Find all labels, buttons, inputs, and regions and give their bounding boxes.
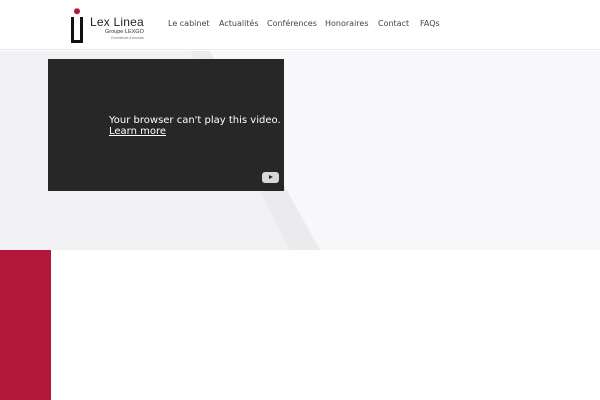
lex-linea-logo-icon [71,8,83,43]
youtube-icon[interactable] [262,172,279,183]
site-header: Lex Linea Groupe LEXGO Excellence d'avoc… [0,0,600,50]
nav-item-actualites[interactable]: Actualités [219,19,259,28]
brand-name: Lex Linea [90,15,144,29]
video-error-message: Your browser can't play this video. Lear… [109,115,281,137]
logo-text: Lex Linea Groupe LEXGO Excellence d'avoc… [90,16,144,41]
video-player[interactable]: Your browser can't play this video. Lear… [48,59,284,191]
learn-more-link[interactable]: Learn more [109,126,281,137]
site-logo[interactable]: Lex Linea Groupe LEXGO Excellence d'avoc… [70,8,150,44]
brand-tagline: Excellence d'avocats [111,36,144,40]
nav-item-honoraires[interactable]: Honoraires [325,19,369,28]
accent-block [0,250,51,400]
nav-item-le-cabinet[interactable]: Le cabinet [168,19,210,28]
video-error-text: Your browser can't play this video. [109,115,281,126]
nav-item-faqs[interactable]: FAQs [420,19,440,28]
brand-group: Groupe LEXGO [105,29,144,35]
nav-item-conferences[interactable]: Conférences [267,19,317,28]
nav-item-contact[interactable]: Contact [378,19,409,28]
